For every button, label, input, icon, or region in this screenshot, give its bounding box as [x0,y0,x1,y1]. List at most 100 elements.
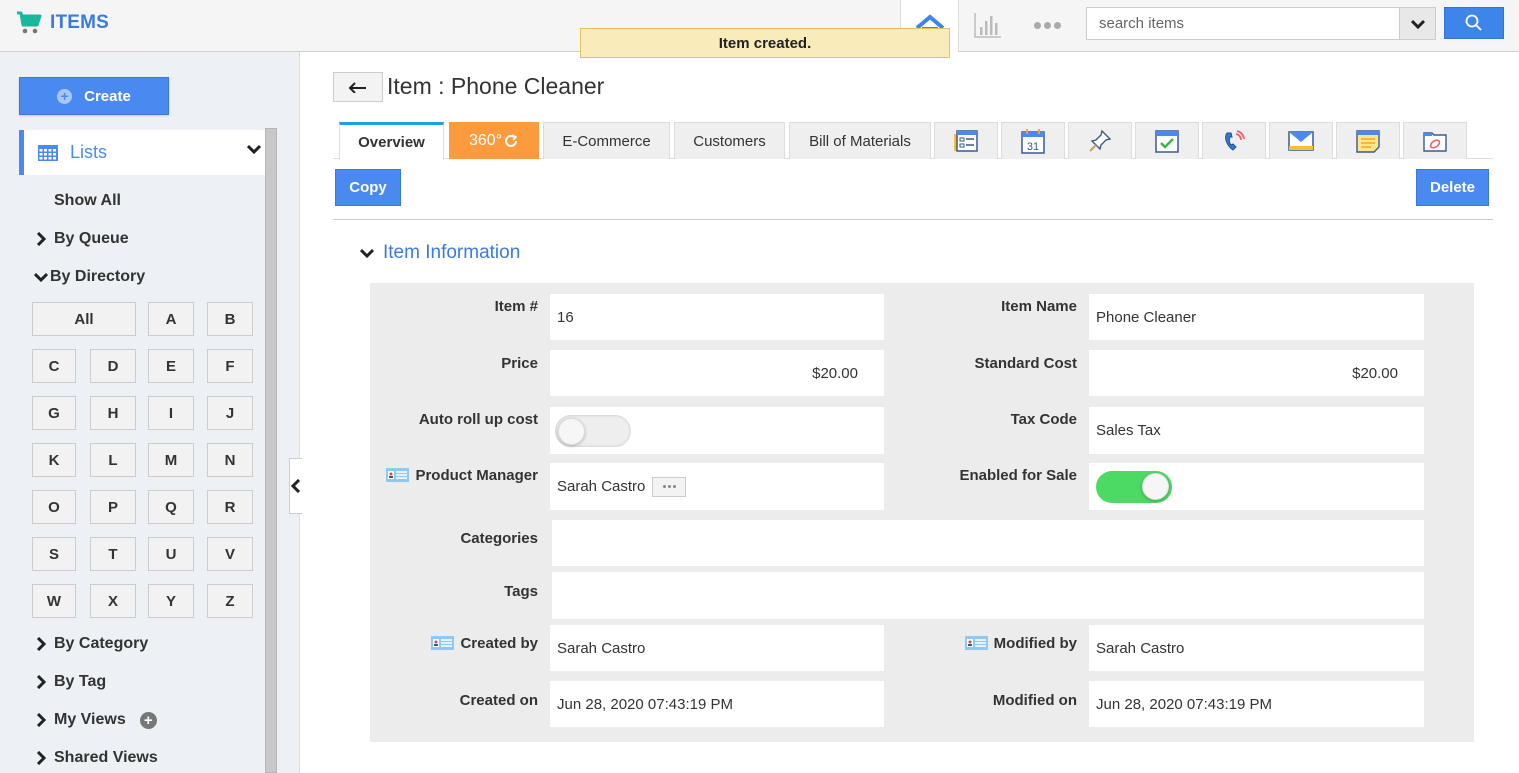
sidebar-item-my-views[interactable]: My Views + [34,711,157,729]
chevron-down-icon [34,272,48,282]
sidebar-collapse-button[interactable] [289,458,302,514]
directory-button-i[interactable]: I [148,396,194,430]
directory-button-j[interactable]: J [207,396,253,430]
back-button[interactable] [333,72,383,102]
directory-button-h[interactable]: H [90,396,136,430]
directory-button-x[interactable]: X [90,584,136,618]
directory-button-g[interactable]: G [32,396,76,430]
directory-button-l[interactable]: L [90,443,136,477]
auto-roll-up-cost-cell [550,407,884,454]
directory-button-e[interactable]: E [148,349,194,383]
standard-cost-field[interactable]: $20.00 [1089,350,1424,396]
more-menu-button[interactable] [1030,14,1064,36]
tab-email[interactable] [1269,122,1333,159]
svg-text:31: 31 [1027,141,1039,153]
sidebar-item-by-queue[interactable]: By Queue [34,230,129,248]
sidebar-item-shared-views[interactable]: Shared Views [34,749,158,767]
search-icon [1465,14,1482,31]
chevron-down-icon [247,144,261,154]
chevron-down-icon [360,248,374,258]
tab-calendar[interactable]: 31 [1001,122,1065,159]
tab-pin[interactable] [1068,122,1132,159]
contact-card-icon [964,636,988,650]
directory-button-v[interactable]: V [207,537,253,571]
directory-button-m[interactable]: M [148,443,194,477]
tax-code-field[interactable]: Sales Tax [1089,407,1424,454]
tab-attachments[interactable] [1403,122,1467,159]
directory-button-t[interactable]: T [90,537,136,571]
attachment-icon [1423,132,1447,152]
directory-button-s[interactable]: S [32,537,76,571]
sidebar-item-by-tag[interactable]: By Tag [34,673,106,691]
tab-customers[interactable]: Customers [674,122,785,159]
lists-label: Lists [70,142,108,162]
directory-button-o[interactable]: O [32,490,76,524]
directory-button-all[interactable]: All [32,302,136,336]
directory-button-c[interactable]: C [32,349,76,383]
tags-field[interactable] [552,572,1424,619]
directory-button-r[interactable]: R [207,490,253,524]
tab-e-commerce[interactable]: E-Commerce [543,122,670,159]
contact-card-icon [431,636,455,650]
directory-button-f[interactable]: F [207,349,253,383]
tab-calls[interactable] [1202,122,1266,159]
chevron-right-icon [34,751,48,765]
chevron-right-icon [34,637,48,651]
section-header-item-information[interactable]: Item Information [360,242,520,264]
tab-notes[interactable] [1336,122,1400,159]
tab-360[interactable]: 360° [449,122,539,159]
product-manager-field[interactable]: Sarah Castro [550,463,884,510]
add-view-icon[interactable]: + [139,711,157,729]
tab-overview[interactable]: Overview [339,122,444,160]
modified-by-field[interactable]: Sarah Castro [1089,625,1424,671]
tab-bill-of-materials[interactable]: Bill of Materials [789,122,931,159]
directory-button-q[interactable]: Q [148,490,194,524]
directory-button-k[interactable]: K [32,443,76,477]
directory-button-z[interactable]: Z [207,584,253,618]
notes-icon [1356,130,1380,153]
price-label: Price [501,354,538,372]
toggle-knob [1142,472,1169,500]
item-number-field[interactable]: 16 [550,294,884,340]
directory-button-d[interactable]: D [90,349,136,383]
price-field[interactable]: $20.00 [550,350,884,396]
search-input[interactable] [1087,8,1399,39]
lists-header[interactable]: Lists [19,130,265,175]
toggle-knob [558,417,585,445]
search-filter-dropdown[interactable] [1399,8,1435,39]
directory-button-n[interactable]: N [207,443,253,477]
sidebar: + Create Lists Show All By Queue By Dire… [0,52,300,773]
auto-roll-up-cost-toggle[interactable] [555,414,631,447]
directory-button-w[interactable]: W [32,584,76,618]
sidebar-item-show-all[interactable]: Show All [54,192,121,210]
delete-button[interactable]: Delete [1416,169,1489,206]
sidebar-item-by-category[interactable]: By Category [34,635,148,653]
directory-button-u[interactable]: U [148,537,194,571]
tab-details[interactable] [934,122,998,159]
product-manager-lookup-button[interactable] [652,476,687,497]
tags-label: Tags [504,582,538,600]
enabled-for-sale-toggle[interactable] [1096,470,1172,503]
search-button[interactable] [1444,7,1504,39]
create-button[interactable]: + Create [19,77,169,115]
tab-bar: Overview 360° E-Commerce Customers Bill … [333,122,1493,160]
item-name-field[interactable]: Phone Cleaner [1089,294,1424,340]
directory-button-a[interactable]: A [148,302,194,336]
chevron-right-icon [34,232,48,246]
item-number-label: Item # [494,297,538,315]
contact-card-icon [386,468,410,482]
reports-button[interactable] [970,9,1006,41]
sidebar-item-by-directory[interactable]: By Directory [34,268,145,286]
directory-button-p[interactable]: P [90,490,136,524]
details-icon [954,130,978,152]
search-box [1086,7,1436,40]
copy-button[interactable]: Copy [335,169,401,206]
tab-tasks[interactable] [1135,122,1199,159]
sidebar-scrollbar[interactable] [265,128,277,773]
created-by-field[interactable]: Sarah Castro [550,625,884,671]
directory-button-b[interactable]: B [207,302,253,336]
app-brand[interactable]: ITEMS [16,10,109,36]
table-icon [38,144,58,161]
categories-field[interactable] [552,520,1424,566]
directory-button-y[interactable]: Y [148,584,194,618]
